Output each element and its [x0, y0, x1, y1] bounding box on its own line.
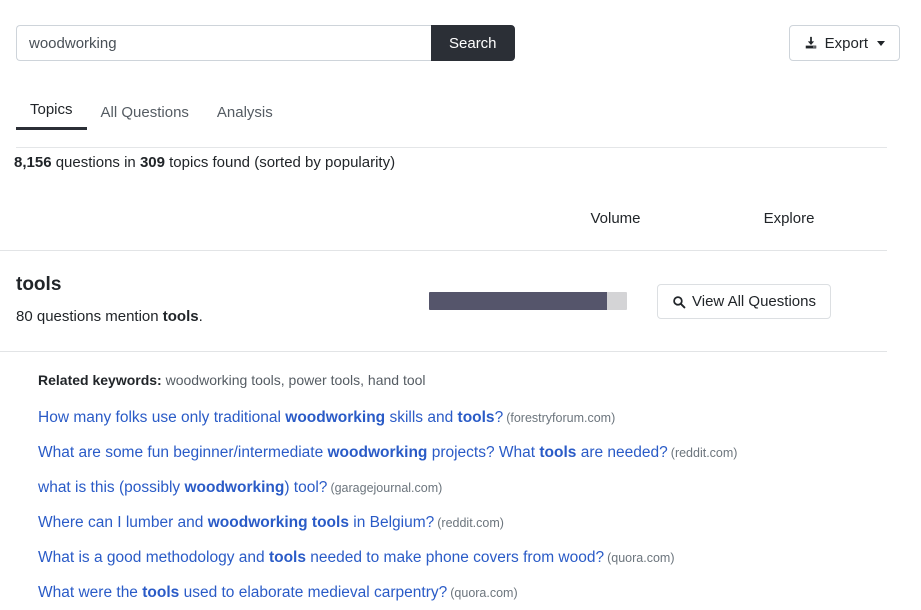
search-input[interactable]	[16, 25, 431, 61]
tab-analysis[interactable]: Analysis	[203, 104, 287, 130]
summary-mid-text: questions in	[52, 154, 140, 171]
question-link[interactable]: Where can I lumber and woodworking tools…	[38, 505, 898, 540]
related-keywords-label: Related keywords:	[38, 372, 162, 388]
view-all-questions-button[interactable]: View All Questions	[657, 284, 831, 319]
results-summary: 8,156 questions in 309 topics found (sor…	[14, 154, 395, 171]
table-header: Volume Explore	[0, 206, 887, 251]
related-keywords-value: woodworking tools, power tools, hand too…	[166, 372, 426, 388]
search-icon	[672, 295, 686, 309]
tab-topics[interactable]: Topics	[16, 101, 87, 130]
volume-bar-fill	[429, 292, 607, 310]
question-link[interactable]: How many folks use only traditional wood…	[38, 400, 898, 435]
summary-tail-text: topics found (sorted by popularity)	[165, 154, 395, 171]
tabs: Topics All Questions Analysis	[0, 88, 921, 129]
question-source: (reddit.com)	[671, 446, 738, 460]
download-icon	[804, 36, 818, 50]
tab-all-questions[interactable]: All Questions	[87, 104, 203, 130]
app-page: Search Export Topics All Questions Analy…	[0, 0, 921, 610]
tab-bar: Topics All Questions Analysis	[0, 88, 921, 129]
topic-count: 309	[140, 154, 165, 171]
topic-description: 80 questions mention tools.	[16, 308, 203, 325]
topic-description-prefix: 80 questions mention	[16, 308, 163, 325]
volume-bar-track	[429, 292, 627, 310]
question-text: What were the tools used to elaborate me…	[38, 584, 447, 601]
export-label: Export	[825, 35, 868, 52]
question-link[interactable]: What is a good methodology and tools nee…	[38, 540, 898, 575]
question-link[interactable]: What are some fun beginner/intermediate …	[38, 435, 898, 470]
question-text: How many folks use only traditional wood…	[38, 409, 503, 426]
tab-divider	[16, 147, 887, 148]
topic-title: tools	[16, 274, 61, 296]
question-text: What is a good methodology and tools nee…	[38, 549, 604, 566]
search-button[interactable]: Search	[431, 25, 515, 61]
chevron-down-icon	[877, 41, 885, 46]
question-source: (quora.com)	[607, 551, 674, 565]
question-link[interactable]: What were the tools used to elaborate me…	[38, 575, 898, 610]
question-list: How many folks use only traditional wood…	[38, 400, 898, 610]
table-row[interactable]: tools 80 questions mention tools. View A…	[0, 251, 887, 352]
topic-description-suffix: .	[199, 308, 203, 325]
question-source: (forestryforum.com)	[506, 411, 615, 425]
export-button[interactable]: Export	[789, 25, 900, 61]
question-source: (reddit.com)	[437, 516, 504, 530]
column-header-volume: Volume	[528, 210, 703, 227]
question-text: What are some fun beginner/intermediate …	[38, 444, 668, 461]
question-link[interactable]: what is this (possibly woodworking) tool…	[38, 470, 898, 505]
question-source: (garagejournal.com)	[330, 481, 442, 495]
top-bar: Search Export	[0, 0, 921, 86]
view-all-questions-label: View All Questions	[692, 293, 816, 310]
question-source: (quora.com)	[450, 586, 517, 600]
column-header-explore: Explore	[703, 210, 875, 227]
question-text: what is this (possibly woodworking) tool…	[38, 479, 327, 496]
related-keywords: Related keywords: woodworking tools, pow…	[38, 372, 426, 388]
search-group: Search	[16, 25, 515, 61]
topic-description-keyword: tools	[163, 308, 199, 325]
question-text: Where can I lumber and woodworking tools…	[38, 514, 434, 531]
question-count: 8,156	[14, 154, 52, 171]
